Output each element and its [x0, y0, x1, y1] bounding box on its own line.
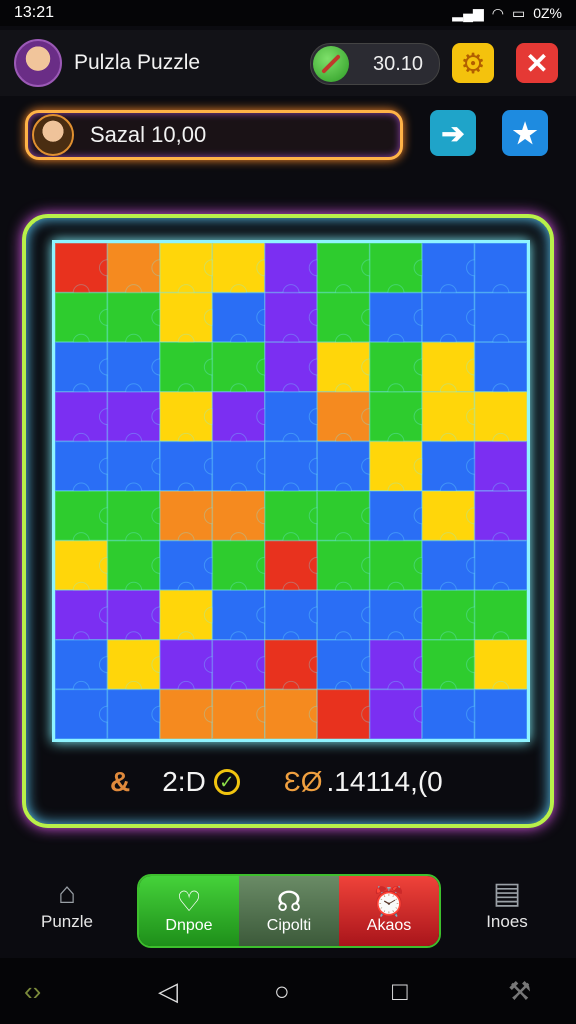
bottom-nav: ⌂ Punzle ♡ Dnpoe ☊ Cipolti ⏰ Akaos ▤ Ino…	[0, 860, 576, 956]
arrow-right-icon: ➔	[441, 117, 465, 149]
score-display: 30.10	[310, 43, 440, 85]
action-label-red: Akaos	[366, 917, 412, 934]
action-label-gray: Cipolti	[266, 917, 312, 934]
time-value: 2:D	[162, 766, 206, 797]
clock: 13:21	[14, 4, 55, 21]
total-value: .14114,(0	[326, 766, 443, 797]
check-icon: ✓	[213, 769, 240, 795]
player-bar: Sazal 10,00	[25, 110, 403, 160]
recents-icon[interactable]: □	[392, 976, 408, 1007]
settings-button[interactable]: ⚙	[452, 43, 494, 83]
close-button[interactable]: ✕	[516, 43, 558, 83]
status-bar: 13:21 ▂▄▆ ◠ ▭ 0Z%	[0, 0, 576, 26]
ball-icon	[313, 46, 349, 82]
toolbox-icon: ▤	[492, 877, 522, 910]
signal-icon: ▂▄▆	[452, 4, 484, 21]
stats-icon: &	[110, 766, 131, 797]
top-bar: Pulzla Puzzle 30.10 ⚙ ✕	[0, 30, 576, 96]
player-avatar	[32, 114, 74, 156]
stats-row: & 2:D ✓ ƐØ .14114,(0	[52, 760, 524, 804]
puzzle-grid[interactable]	[55, 243, 527, 739]
nav-item-puzzle[interactable]: ⌂ Punzle	[22, 876, 112, 932]
toolbox-icon[interactable]: ⚒	[508, 976, 531, 1007]
moves-value: ƐØ	[283, 766, 323, 797]
battery-icon: ▭	[511, 4, 526, 21]
alarm-icon: ⏰	[371, 886, 407, 917]
profile-avatar[interactable]	[14, 39, 62, 87]
favorite-button[interactable]: ★	[502, 110, 548, 156]
app-title: Pulzla Puzzle	[74, 51, 201, 74]
action-button-gray[interactable]: ☊ Cipolti	[239, 876, 339, 946]
wifi-icon: ◠	[491, 4, 504, 21]
home-circle-icon[interactable]: ○	[274, 976, 290, 1007]
back-icon[interactable]: ◁	[158, 976, 178, 1007]
player-name: Sazal 10,00	[90, 122, 207, 147]
close-icon: ✕	[525, 47, 549, 79]
home-icon: ⌂	[57, 877, 77, 910]
nav-label-tools: Inoes	[486, 912, 528, 931]
action-group: ♡ Dnpoe ☊ Cipolti ⏰ Akaos	[137, 874, 441, 948]
next-button[interactable]: ➔	[430, 110, 476, 156]
puzzle-board[interactable]	[52, 240, 530, 742]
nav-label-puzzle: Punzle	[41, 912, 93, 931]
battery-level: 0Z%	[533, 5, 562, 21]
action-label-green: Dnpoe	[165, 917, 213, 934]
shield-icon: ♡	[176, 886, 202, 917]
nav-item-tools[interactable]: ▤ Inoes	[462, 876, 552, 932]
score-value: 30.10	[373, 52, 424, 75]
status-icons: ▂▄▆ ◠ ▭ 0Z%	[452, 5, 562, 22]
puzzle-piece[interactable]	[473, 688, 527, 739]
action-button-red[interactable]: ⏰ Akaos	[339, 876, 439, 946]
action-button-green[interactable]: ♡ Dnpoe	[139, 876, 239, 946]
headset-icon: ☊	[276, 886, 302, 917]
gear-icon: ⚙	[460, 47, 486, 79]
system-nav-bar: ‹› ◁ ○ □ ⚒	[0, 958, 576, 1024]
star-icon: ★	[512, 117, 538, 149]
app-switch-icon[interactable]: ‹›	[24, 976, 41, 1007]
